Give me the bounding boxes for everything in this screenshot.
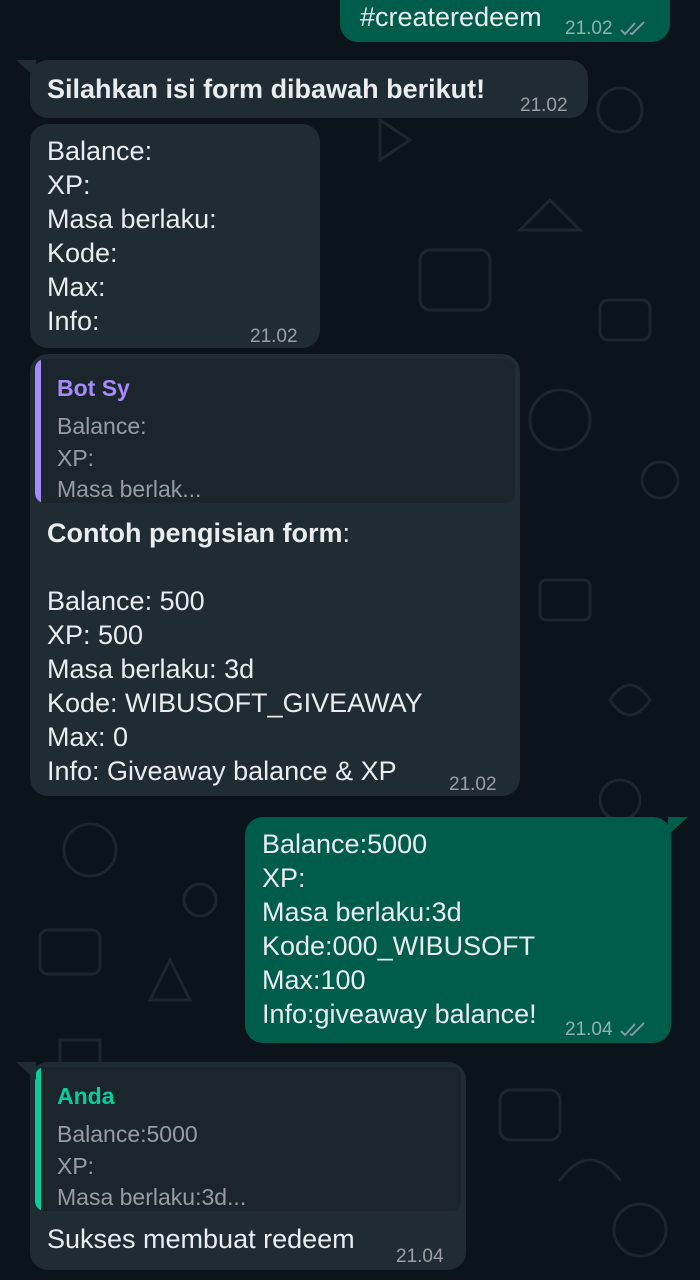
message-body: Balance:5000 XP: Masa berlaku:3d Kode:00… [262,827,537,1031]
incoming-message-success[interactable]: Anda Balance:5000 XP: Masa berlaku:3d...… [30,1062,466,1270]
quote-author: Anda [57,1083,115,1109]
quote-line: XP: [57,445,95,471]
quote-accent-bar [35,1067,41,1211]
outgoing-message-filled-form[interactable]: Balance:5000 XP: Masa berlaku:3d Kode:00… [245,817,671,1043]
time-label: 21.02 [520,95,568,116]
message-text: #createredeem [360,2,542,32]
form-line: XP: [262,863,306,893]
form-line: XP: [47,170,91,200]
quoted-message[interactable]: Bot Sy Balance: XP: Masa berlak... [35,359,515,503]
form-line: Balance: [47,136,153,166]
time-label: 21.04 [396,1246,444,1267]
quote-line: XP: [57,1153,95,1179]
bubble-tail [16,60,36,78]
time-label: 21.04 [565,1019,613,1040]
time-label: 21.02 [565,18,613,39]
form-line: Info: [47,306,100,336]
form-line: Max:100 [262,965,366,995]
incoming-message-instruction[interactable]: Silahkan isi form dibawah berikut! 21.02 [30,60,588,118]
message-time: 21.02 [565,12,649,46]
form-line: Max: [47,272,106,302]
read-ticks-icon [619,1022,645,1037]
quote-line: Masa berlaku:3d... [57,1184,247,1210]
incoming-message-example[interactable]: Bot Sy Balance: XP: Masa berlak... Conto… [30,354,520,796]
quote-accent-bar [35,359,41,503]
outgoing-message-createredeem[interactable]: #createredeem 21.02 [340,0,670,42]
bubble-tail [668,817,688,835]
message-time: 21.02 [250,320,298,354]
example-line: Balance: 500 [47,586,205,616]
example-line: Info: Giveaway balance & XP [47,756,397,786]
example-line: Max: 0 [47,722,129,752]
form-line: Masa berlaku: [47,204,217,234]
form-line: Balance:5000 [262,829,428,859]
message-time: 21.02 [449,768,497,802]
time-label: 21.02 [250,326,298,347]
message-text: Sukses membuat redeem [47,1224,355,1254]
form-line: Kode: [47,238,118,268]
example-line: Masa berlaku: 3d [47,654,255,684]
form-line: Kode:000_WIBUSOFT [262,931,536,961]
read-ticks-icon [619,21,645,36]
message-time: 21.04 [396,1240,444,1274]
message-text: Silahkan isi form dibawah berikut! [47,74,486,104]
quote-author: Bot Sy [57,375,130,401]
form-line: Info:giveaway balance! [262,999,537,1029]
heading-suffix: : [342,518,350,548]
quoted-message[interactable]: Anda Balance:5000 XP: Masa berlaku:3d... [35,1067,461,1211]
quote-line: Balance:5000 [57,1121,198,1147]
example-line: Kode: WIBUSOFT_GIVEAWAY [47,688,423,718]
message-body: Contoh pengisian form: Balance: 500 XP: … [47,516,423,788]
message-body: Balance: XP: Masa berlaku: Kode: Max: In… [47,134,217,338]
time-label: 21.02 [449,774,497,795]
example-line: XP: 500 [47,620,144,650]
quote-line: Masa berlak... [57,476,202,502]
quote-line: Balance: [57,413,147,439]
heading-text: Contoh pengisian form [47,518,343,548]
message-time: 21.02 [520,89,568,123]
bubble-tail [16,1062,36,1080]
incoming-message-form-template[interactable]: Balance: XP: Masa berlaku: Kode: Max: In… [30,124,320,348]
message-time: 21.04 [565,1013,649,1047]
form-line: Masa berlaku:3d [262,897,462,927]
example-heading: Contoh pengisian form: [47,516,423,550]
